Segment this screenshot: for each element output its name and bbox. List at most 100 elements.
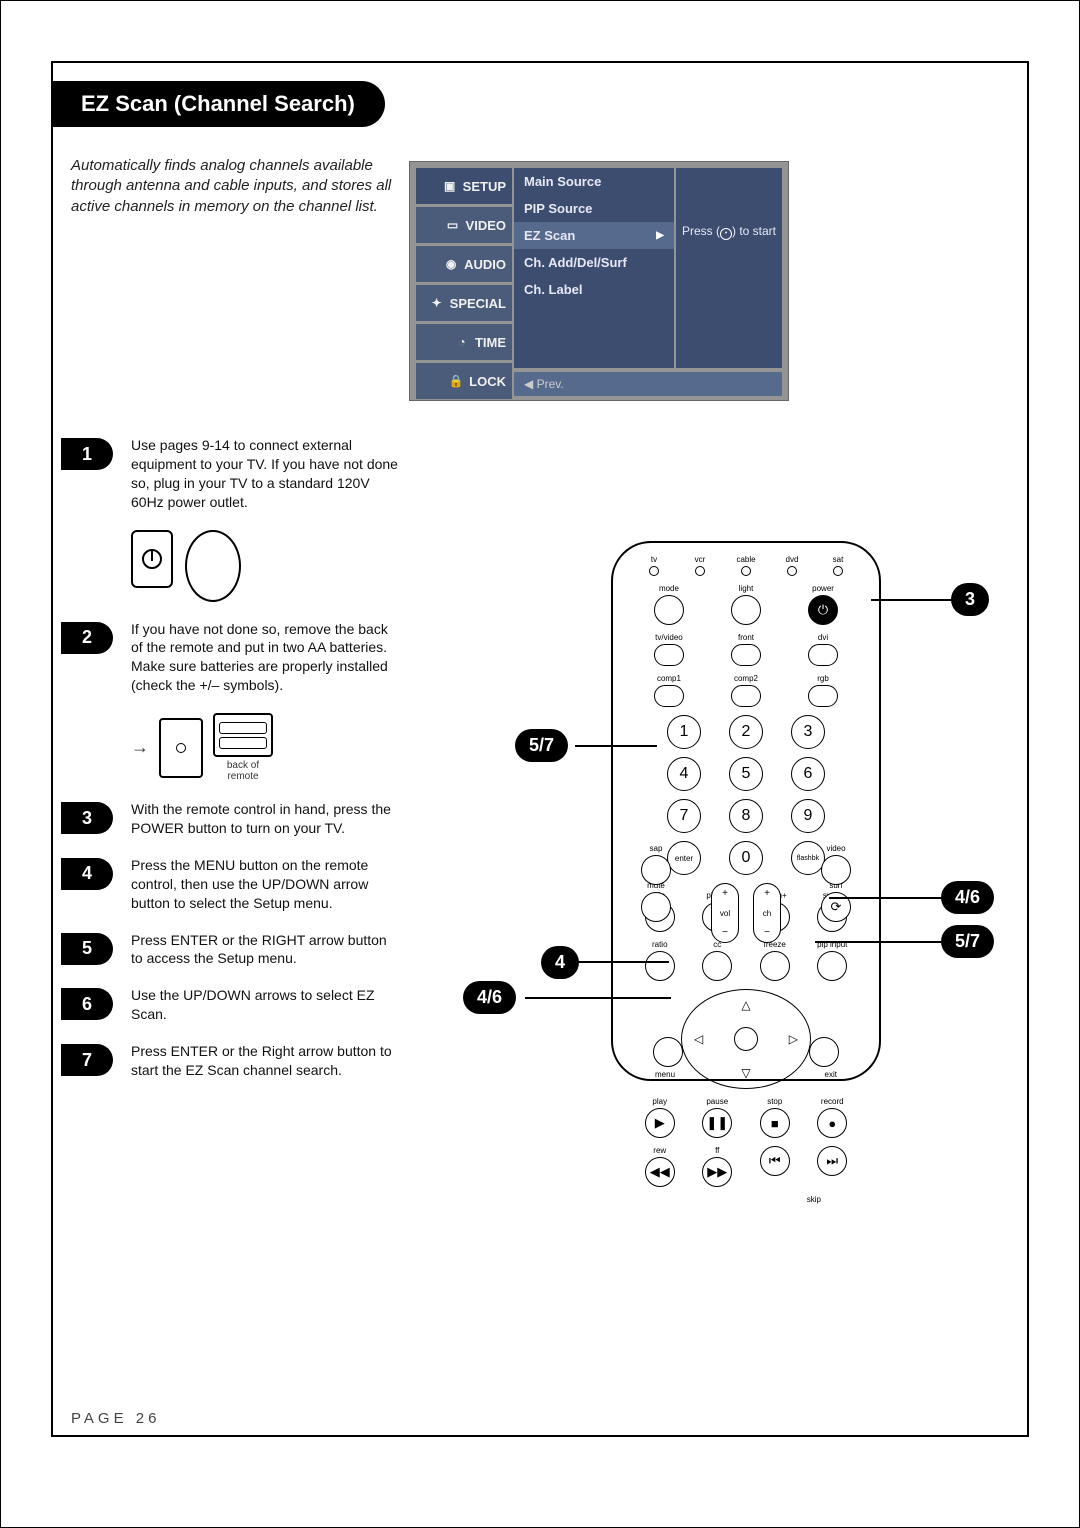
osd-item-chadd[interactable]: Ch. Add/Del/Surf xyxy=(514,249,674,276)
num-4-button[interactable]: 4 xyxy=(667,757,701,791)
up-arrow-icon[interactable]: △ xyxy=(741,998,750,1012)
num-7-button[interactable]: 7 xyxy=(667,799,701,833)
dpad-center-button[interactable] xyxy=(734,1027,758,1051)
device-label: vcr xyxy=(695,555,706,564)
num-5-button[interactable]: 5 xyxy=(729,757,763,791)
power-plug-icon xyxy=(131,530,173,588)
sap-button[interactable] xyxy=(641,855,671,885)
osd-tab-audio[interactable]: ◉ AUDIO xyxy=(416,246,512,282)
osd-item-pipsource[interactable]: PIP Source xyxy=(514,195,674,222)
osd-tab-video[interactable]: ▭ VIDEO xyxy=(416,207,512,243)
skip-fwd-button[interactable]: ⏭ xyxy=(817,1146,847,1176)
menu-button[interactable] xyxy=(653,1037,683,1067)
step-5: 5 Press ENTER or the RIGHT arrow button … xyxy=(61,931,401,969)
remote-body: tv vcr cable dvd sat mode light power⏻ t… xyxy=(611,541,881,1081)
left-arrow-icon[interactable]: ◁ xyxy=(694,1032,703,1046)
step-text: Press ENTER or the RIGHT arrow button to… xyxy=(131,931,401,969)
device-leds-row: tv vcr cable dvd sat xyxy=(631,555,861,576)
osd-tab-time[interactable]: ◔ TIME xyxy=(416,324,512,360)
front-button[interactable] xyxy=(731,644,761,666)
skip-back-button[interactable]: ⏮ xyxy=(760,1146,790,1176)
menu-label: menu xyxy=(655,1070,675,1079)
osd-detail-prefix: Press ( xyxy=(682,224,720,238)
down-arrow-icon[interactable]: ▽ xyxy=(741,1066,750,1080)
comp1-button[interactable] xyxy=(654,685,684,707)
ratio-button[interactable] xyxy=(645,951,675,981)
tv-led-icon xyxy=(649,566,659,576)
volume-rocker[interactable]: +vol− xyxy=(711,883,739,943)
page-number: PAGE 26 xyxy=(71,1410,160,1427)
cc-button[interactable] xyxy=(702,951,732,981)
channel-rocker[interactable]: +ch− xyxy=(753,883,781,943)
pause-button[interactable]: ❚❚ xyxy=(702,1108,732,1138)
light-button[interactable] xyxy=(731,595,761,625)
step-1: 1 Use pages 9-14 to connect external equ… xyxy=(61,436,401,512)
osd-tab-lock[interactable]: 🔒 LOCK xyxy=(416,363,512,399)
num-9-button[interactable]: 9 xyxy=(791,799,825,833)
osd-item-mainsource[interactable]: Main Source xyxy=(514,168,674,195)
vol-label: vol xyxy=(720,909,730,918)
button-label: rgb xyxy=(817,674,829,683)
power-cord-icon xyxy=(185,530,241,602)
step-text: Use the UP/DOWN arrows to select EZ Scan… xyxy=(131,986,401,1024)
source-row-1: tv/video front dvi xyxy=(631,633,861,666)
callout-line xyxy=(815,941,945,943)
button-label: stop xyxy=(767,1097,782,1106)
power-button[interactable]: ⏻ xyxy=(808,595,838,625)
stop-button[interactable]: ■ xyxy=(760,1108,790,1138)
osd-item-chlabel[interactable]: Ch. Label xyxy=(514,276,674,303)
dpad[interactable]: △ ▽ ◁ ▷ xyxy=(681,989,811,1089)
osd-menu: ▣ SETUP ▭ VIDEO ◉ AUDIO ✦ SPECIAL ◔ TIME… xyxy=(409,161,789,401)
video-button[interactable] xyxy=(821,855,851,885)
callout-3-power: 3 xyxy=(951,583,989,616)
dvi-button[interactable] xyxy=(808,644,838,666)
step-text: Press ENTER or the Right arrow button to… xyxy=(131,1042,401,1080)
play-button[interactable]: ▶ xyxy=(645,1108,675,1138)
num-0-button[interactable]: 0 xyxy=(729,841,763,875)
record-button[interactable]: ● xyxy=(817,1108,847,1138)
steps: 1 Use pages 9-14 to connect external equ… xyxy=(61,436,401,1098)
mode-button[interactable] xyxy=(654,595,684,625)
freeze-button[interactable] xyxy=(760,951,790,981)
page: EZ Scan (Channel Search) Automatically f… xyxy=(0,0,1080,1528)
flashbk-button[interactable]: flashbk xyxy=(791,841,825,875)
right-triangle-icon: ▶ xyxy=(656,230,664,241)
button-label: rew xyxy=(653,1146,666,1155)
num-6-button[interactable]: 6 xyxy=(791,757,825,791)
remote-back-cover-icon xyxy=(159,718,203,778)
step-3: 3 With the remote control in hand, press… xyxy=(61,800,401,838)
device-label: sat xyxy=(833,555,844,564)
osd-tab-special[interactable]: ✦ SPECIAL xyxy=(416,285,512,321)
osd-tab-setup[interactable]: ▣ SETUP xyxy=(416,168,512,204)
time-icon: ◔ xyxy=(454,334,470,350)
step-number: 4 xyxy=(61,858,113,890)
num-3-button[interactable]: 3 xyxy=(791,715,825,749)
exit-button[interactable] xyxy=(809,1037,839,1067)
num-8-button[interactable]: 8 xyxy=(729,799,763,833)
battery-label: back of remote xyxy=(213,760,273,782)
osd-detail-suffix: ) to start xyxy=(732,224,776,238)
step-text: Use pages 9-14 to connect external equip… xyxy=(131,436,401,512)
mute-button[interactable] xyxy=(641,892,671,922)
enter-button[interactable]: enter xyxy=(667,841,701,875)
rgb-button[interactable] xyxy=(808,685,838,707)
button-label: record xyxy=(821,1097,844,1106)
right-arrow-icon[interactable]: ▷ xyxy=(789,1032,798,1046)
button-label: ratio xyxy=(652,940,668,949)
ff-button[interactable]: ▶▶ xyxy=(702,1157,732,1187)
step-text: If you have not done so, remove the back… xyxy=(131,620,401,696)
osd-tab-label: TIME xyxy=(475,335,506,350)
pipinput-button[interactable] xyxy=(817,951,847,981)
skip-label: skip xyxy=(807,1195,821,1204)
num-1-button[interactable]: 1 xyxy=(667,715,701,749)
section-title: EZ Scan (Channel Search) xyxy=(51,81,385,127)
tvvideo-button[interactable] xyxy=(654,644,684,666)
device-label: cable xyxy=(736,555,755,564)
step-number: 1 xyxy=(61,438,113,470)
comp2-button[interactable] xyxy=(731,685,761,707)
button-label: dvi xyxy=(818,633,828,642)
battery-illustration: → back of remote xyxy=(131,713,401,782)
osd-item-ezscan[interactable]: EZ Scan ▶ xyxy=(514,222,674,249)
num-2-button[interactable]: 2 xyxy=(729,715,763,749)
rew-button[interactable]: ◀◀ xyxy=(645,1157,675,1187)
